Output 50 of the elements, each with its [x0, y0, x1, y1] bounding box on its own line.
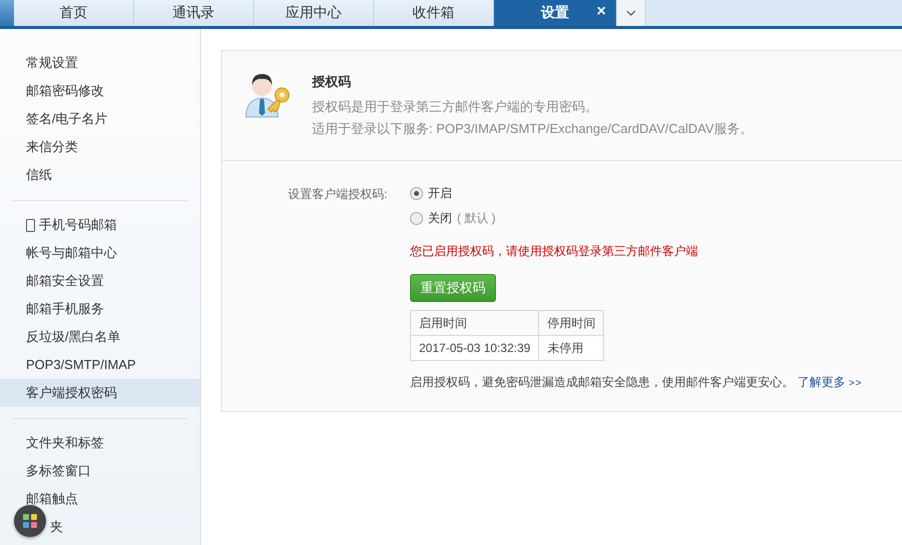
- sidebar-item[interactable]: 邮箱密码修改: [0, 77, 200, 105]
- table-header: 启用时间: [410, 310, 539, 336]
- notice-text: 您已启用授权码，请使用授权码登录第三方邮件客户端: [410, 243, 698, 260]
- tab-label: 通讯录: [172, 4, 214, 22]
- radio-option[interactable]: 开启: [410, 181, 452, 206]
- table-header: 停用时间: [538, 310, 604, 336]
- tab[interactable]: 设置 ×: [494, 0, 617, 26]
- apps-button[interactable]: [14, 505, 46, 537]
- tab-bar-edge: [0, 0, 14, 26]
- tab-label: 设置: [541, 4, 569, 22]
- footer-text: 启用授权码，避免密码泄漏造成邮箱安全隐患，使用邮件客户端更安心。: [410, 375, 794, 389]
- tab[interactable]: 首页: [14, 0, 134, 26]
- sidebar-item[interactable]: 多标签窗口: [0, 457, 200, 485]
- services-text: 适用于登录以下服务: POP3/IMAP/SMTP/Exchange/CardDAV/CalDAV服务。: [312, 120, 753, 138]
- radio-button[interactable]: [410, 187, 423, 200]
- tab-label: 应用中心: [286, 4, 342, 22]
- apps-icon: [22, 513, 38, 529]
- arrows-text: >>: [848, 378, 862, 389]
- sidebar-item[interactable]: 帐号与邮箱中心: [0, 239, 200, 267]
- tab-label: 首页: [60, 4, 88, 22]
- sidebar-item[interactable]: 签名/电子名片: [0, 105, 200, 133]
- sidebar-item[interactable]: 信纸: [0, 161, 200, 189]
- table-cell: 2017-05-03 10:32:39: [410, 336, 539, 360]
- sidebar-item[interactable]: 文件夹和标签: [0, 429, 200, 457]
- sidebar-item[interactable]: 常规设置: [0, 49, 200, 77]
- radio-button[interactable]: [410, 212, 423, 225]
- option-label: 关闭: [428, 210, 452, 227]
- sidebar-item[interactable]: 邮箱安全设置: [0, 267, 200, 295]
- tab-label: 收件箱: [412, 4, 454, 22]
- tab[interactable]: 收件箱: [374, 0, 494, 26]
- description-text: 授权码是用于登录第三方邮件客户端的专用密码。: [312, 98, 599, 116]
- sidebar-item[interactable]: 来信分类: [0, 133, 200, 161]
- tab[interactable]: 通讯录: [134, 0, 254, 26]
- chevron-down-icon: [626, 10, 636, 16]
- option-label: 开启: [428, 185, 452, 202]
- sidebar-item[interactable]: POP3/SMTP/IMAP: [0, 351, 200, 379]
- sidebar-item[interactable]: 客户端授权密码: [0, 379, 200, 407]
- sidebar-item[interactable]: 邮箱触点: [0, 485, 200, 513]
- table-cell: 未停用: [538, 336, 604, 360]
- section-title: 授权码: [312, 73, 352, 91]
- sidebar-item[interactable]: 邮箱手机服务: [0, 295, 200, 323]
- learn-more-link[interactable]: 了解更多: [797, 375, 846, 389]
- setting-label: 设置客户端授权码:: [288, 186, 388, 203]
- tab[interactable]: 应用中心: [254, 0, 374, 26]
- option-note: ( 默认 ): [457, 210, 496, 227]
- close-icon[interactable]: ×: [596, 3, 606, 21]
- sidebar-item[interactable]: 夹: [0, 513, 200, 541]
- sidebar-item[interactable]: 手机号码邮箱: [0, 211, 200, 239]
- sidebar-item[interactable]: 反垃圾/黑白名单: [0, 323, 200, 351]
- radio-option[interactable]: 关闭 ( 默认 ): [410, 206, 496, 231]
